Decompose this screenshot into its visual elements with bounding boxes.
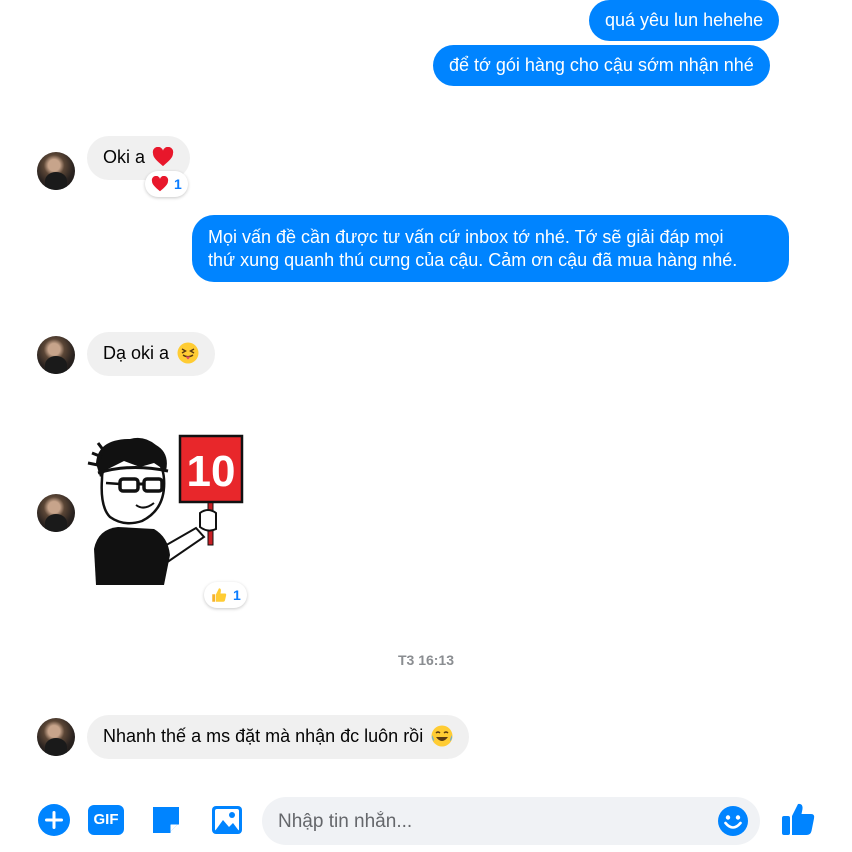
outgoing-message[interactable]: Mọi vấn đề cần được tư vấn cứ inbox tớ n… <box>192 215 789 282</box>
reaction-badge[interactable]: 1 <box>145 171 188 197</box>
thumbs-up-icon <box>210 586 228 604</box>
tears-of-joy-icon <box>431 725 453 747</box>
avatar[interactable] <box>37 718 75 756</box>
outgoing-message[interactable]: để tớ gói hàng cho cậu sớm nhận nhé <box>433 45 770 86</box>
message-line: Mọi vấn đề cần được tư vấn cứ inbox tớ n… <box>208 227 724 247</box>
timestamp: T3 16:13 <box>397 652 455 668</box>
heart-icon <box>151 176 169 192</box>
incoming-message[interactable]: Dạ oki a <box>87 332 216 376</box>
outgoing-message[interactable]: quá yêu lun hehehe <box>589 0 780 41</box>
reaction-count: 1 <box>174 176 182 192</box>
message-text: Dạ oki a <box>103 343 170 363</box>
avatar[interactable] <box>37 494 75 532</box>
avatar[interactable] <box>37 152 75 190</box>
emoji-icon[interactable] <box>717 805 749 837</box>
message-composer[interactable] <box>262 797 760 847</box>
plus-circle-icon[interactable] <box>37 803 71 837</box>
sticker-sign-number: 10 <box>187 447 236 496</box>
gif-button[interactable]: GIF <box>88 805 124 835</box>
message-text: Oki a <box>103 147 146 167</box>
incoming-message[interactable]: Nhanh thế a ms đặt mà nhận đc luôn rồi <box>87 715 470 759</box>
like-icon[interactable] <box>779 800 817 838</box>
reaction-badge[interactable]: 1 <box>204 582 247 608</box>
gif-label: GIF <box>93 811 119 828</box>
image-icon[interactable] <box>210 803 244 837</box>
sticker[interactable]: 10 <box>84 433 248 593</box>
squinting-tongue-face-icon <box>177 342 199 364</box>
message-input[interactable] <box>276 797 710 847</box>
sticker-icon[interactable] <box>149 803 183 837</box>
message-text: Nhanh thế a ms đặt mà nhận đc luôn rồi <box>103 726 424 746</box>
reaction-count: 1 <box>233 587 241 603</box>
heart-emoji-icon <box>152 146 174 167</box>
message-line: thứ xung quanh thú cưng của cậu. Cảm ơn … <box>208 250 738 270</box>
avatar[interactable] <box>37 336 75 374</box>
